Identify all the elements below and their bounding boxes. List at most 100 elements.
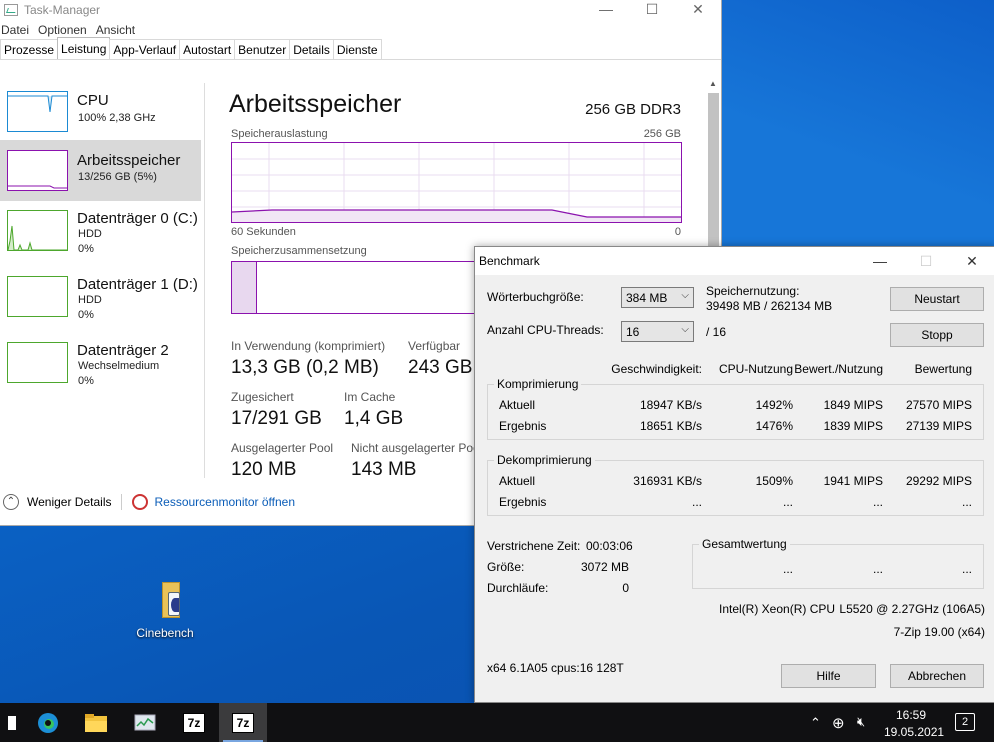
clock-time[interactable]: 16:59 <box>896 708 926 722</box>
size-value: 3072 MB <box>580 560 629 574</box>
sidebar-sub: 0% <box>78 309 94 321</box>
decompress-row-label: Ergebnis <box>499 495 547 509</box>
sidebar-item-cpu[interactable]: CPU 100% 2,38 GHz <box>0 87 201 148</box>
tab-startup[interactable]: Autostart <box>179 39 236 59</box>
header-rating: Bewertung <box>914 362 972 376</box>
close-button[interactable]: ✕ <box>949 247 994 275</box>
memory-usage-graph <box>231 142 682 223</box>
menu-view[interactable]: Ansicht <box>95 23 139 37</box>
cpu-threads-label: Anzahl CPU-Threads: <box>487 323 604 337</box>
disk0-thumbnail-graph <box>7 210 68 251</box>
scroll-up-icon[interactable]: ▲ <box>709 79 717 88</box>
start-button[interactable] <box>0 703 24 742</box>
usage-max: 256 GB <box>643 128 681 140</box>
maximize-button[interactable]: ☐ <box>629 0 675 20</box>
sidebar-item-disk0[interactable]: Datenträger 0 (C:) HDD 0% <box>0 205 201 266</box>
header-cpu-usage: CPU-Nutzung <box>718 362 793 376</box>
compress-result-speed: 18651 KB/s <box>639 419 702 433</box>
sidebar-sub: 0% <box>78 375 94 387</box>
total-cpu: ... <box>782 562 793 576</box>
window-title: Task-Manager <box>24 3 101 17</box>
open-resource-monitor-link[interactable]: Ressourcenmonitor öffnen <box>154 495 295 509</box>
taskbar-7zip-2[interactable]: 7z <box>219 703 267 742</box>
sidebar-item-disk1[interactable]: Datenträger 1 (D:) HDD 0% <box>0 271 201 332</box>
desktop-icon-cinebench[interactable]: Cinebench <box>134 580 196 640</box>
header-rating-per-usage: Bewert./Nutzung <box>794 362 883 376</box>
show-hidden-icons[interactable]: ⌃ <box>810 715 821 731</box>
volume-muted-icon[interactable]: 🔇︎ <box>857 714 865 730</box>
taskbar-task-manager[interactable] <box>121 703 169 742</box>
tab-app-history[interactable]: App-Verlauf <box>109 39 181 59</box>
dict-size-select[interactable]: 384 MB ⌵ <box>621 287 694 308</box>
cpu-thumbnail-graph <box>7 91 68 132</box>
memory-type: 256 GB DDR3 <box>585 101 681 118</box>
committed-value: 17/291 GB <box>231 408 322 429</box>
tab-processes[interactable]: Prozesse <box>0 39 59 59</box>
dialog-title: Benchmark <box>479 254 540 268</box>
sidebar-label: CPU <box>77 92 109 109</box>
elapsed-time-value: 00:03:06 <box>586 539 633 553</box>
notification-center-icon[interactable]: 2 <box>955 713 975 731</box>
task-manager-icon <box>134 714 156 730</box>
usage-label: Speicherauslastung <box>231 128 328 140</box>
taskbar-7zip-1[interactable]: 7z <box>170 703 218 742</box>
memory-composition-bar <box>231 261 481 314</box>
menu-file[interactable]: Datei <box>0 23 33 37</box>
sidebar-label: Arbeitsspeicher <box>77 152 181 169</box>
decompress-current-cpu: 1509% <box>755 474 793 488</box>
network-icon[interactable]: ⊕ <box>832 714 845 732</box>
compress-row-label: Ergebnis <box>499 419 547 433</box>
header-speed: Geschwindigkeit: <box>611 362 702 376</box>
sidebar-sub: Wechselmedium <box>78 360 160 372</box>
nonpaged-pool-value: 143 MB <box>351 459 417 480</box>
disk1-thumbnail-graph <box>7 276 68 317</box>
total-rpu: ... <box>872 562 883 576</box>
stop-button[interactable]: Stopp <box>890 323 984 347</box>
footer-divider <box>121 494 123 510</box>
restart-button[interactable]: Neustart <box>890 287 984 311</box>
memory-usage-label: Speichernutzung: <box>706 284 800 298</box>
close-button[interactable]: ✕ <box>675 0 721 20</box>
tab-details[interactable]: Details <box>289 39 334 59</box>
sidebar-label: Datenträger 0 (C:) <box>77 210 198 227</box>
task-manager-icon <box>4 4 18 16</box>
chevron-up-icon[interactable]: ⌃ <box>3 494 19 510</box>
window-controls: — ☐ ✕ <box>583 0 721 20</box>
notification-count: 2 <box>961 716 969 728</box>
sidebar-sub: 100% 2,38 GHz <box>78 112 156 124</box>
desktop-icon-label: Cinebench <box>136 626 194 640</box>
resource-monitor-icon <box>132 494 149 510</box>
sidebar-item-memory[interactable]: Arbeitsspeicher 13/256 GB (5%) <box>0 140 201 201</box>
cancel-button[interactable]: Abbrechen <box>890 664 984 688</box>
cpu-model: L5520 @ 2.27GHz (106A5) <box>839 602 985 616</box>
paged-pool-label: Ausgelagerter Pool <box>231 441 334 455</box>
tab-services[interactable]: Dienste <box>332 39 382 59</box>
time-axis-label: 60 Sekunden <box>231 226 296 238</box>
page-title: Arbeitsspeicher <box>229 90 402 118</box>
minimize-button[interactable]: — <box>583 0 629 20</box>
tab-users[interactable]: Benutzer <box>234 39 291 59</box>
help-button[interactable]: Hilfe <box>781 664 876 688</box>
taskbar-file-explorer[interactable] <box>72 703 120 742</box>
tab-performance[interactable]: Leistung <box>57 37 111 59</box>
decompress-row-label: Aktuell <box>499 474 536 488</box>
cpu-threads-select[interactable]: 16 ⌵ <box>621 321 694 342</box>
sidebar-item-disk2[interactable]: Datenträger 2 Wechselmedium 0% <box>0 337 201 398</box>
menu-options[interactable]: Optionen <box>37 23 91 37</box>
cpu-threads-value: 16 <box>626 325 640 339</box>
decompress-current-rpu: 1941 MIPS <box>823 474 883 488</box>
dict-size-label: Wörterbuchgröße: <box>487 290 584 304</box>
scrollbar-thumb[interactable] <box>708 93 719 248</box>
sidebar-sub: HDD <box>78 294 102 306</box>
taskbar-edge[interactable] <box>24 703 72 742</box>
clock-date[interactable]: 19.05.2021 <box>884 725 944 739</box>
minimize-button[interactable]: — <box>857 247 903 275</box>
7zip-icon: 7z <box>183 712 205 733</box>
total-rating-title: Gesamtwertung <box>699 537 790 551</box>
compression-title: Komprimierung <box>494 377 582 391</box>
committed-label: Zugesichert <box>231 390 294 404</box>
disk2-thumbnail-graph <box>7 342 68 383</box>
fewer-details-link[interactable]: Weniger Details <box>27 495 111 509</box>
compress-current-rpu: 1849 MIPS <box>823 398 883 412</box>
sidebar-sub: HDD <box>78 228 102 240</box>
